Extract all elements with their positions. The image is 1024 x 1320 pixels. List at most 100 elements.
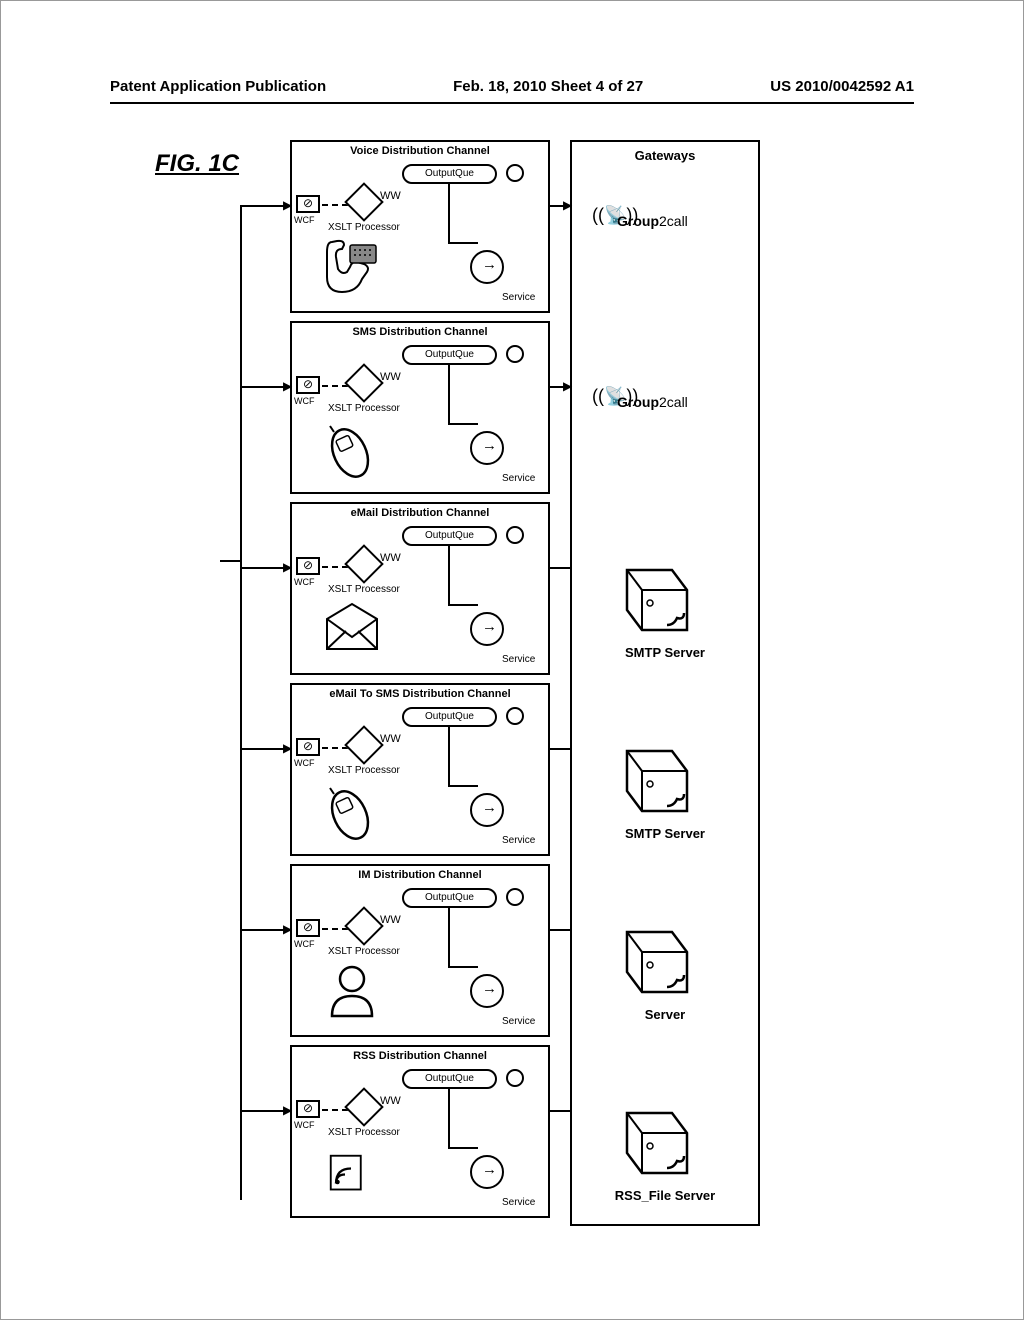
channel-im: IM Distribution Channel OutputQue WCF WW…: [290, 864, 550, 1037]
wcf-block-icon: [296, 376, 320, 394]
wcf-label: WCF: [294, 758, 315, 768]
q-line-v: [448, 365, 450, 425]
server-label: Server: [572, 1007, 758, 1022]
service-label: Service: [502, 835, 535, 846]
gateways-title: Gateways: [572, 148, 758, 163]
queue-circle-icon: [506, 707, 524, 725]
channel-title: SMS Distribution Channel: [292, 326, 548, 338]
q-line-h: [448, 966, 478, 968]
arrow-right-icon: ▶: [283, 560, 292, 574]
queue-circle-icon: [506, 345, 524, 363]
figure-label: FIG. 1C: [155, 150, 239, 178]
service-circle-icon: [470, 974, 504, 1008]
output-queue: OutputQue: [402, 707, 497, 727]
wcf-label: WCF: [294, 396, 315, 406]
phone-handset-icon: [322, 237, 382, 297]
header-rule: [110, 102, 914, 104]
envelope-icon: [322, 599, 382, 659]
ww-label: WW: [380, 733, 401, 745]
xslt-label: XSLT Processor: [328, 765, 400, 776]
xslt-diamond-icon: [344, 906, 384, 946]
wcf-label: WCF: [294, 939, 315, 949]
xslt-diamond-icon: [344, 1087, 384, 1127]
ww-label: WW: [380, 1095, 401, 1107]
person-icon: [322, 961, 382, 1021]
group2call-logo: Group2call: [617, 213, 688, 229]
header-left: Patent Application Publication: [110, 78, 326, 95]
service-label: Service: [502, 473, 535, 484]
header-right: US 2010/0042592 A1: [770, 78, 914, 95]
q-line-h: [448, 604, 478, 606]
wcf-block-icon: [296, 738, 320, 756]
group2call-logo: Group2call: [617, 394, 688, 410]
bus-entry-line: [220, 560, 240, 562]
gw-connector: [550, 929, 570, 931]
queue-circle-icon: [506, 526, 524, 544]
wcf-block-icon: [296, 557, 320, 575]
gateway-group2call: ((📡)) Group2call: [572, 364, 758, 534]
service-label: Service: [502, 292, 535, 303]
xslt-label: XSLT Processor: [328, 403, 400, 414]
xslt-diamond-icon: [344, 725, 384, 765]
service-circle-icon: [470, 612, 504, 646]
gateways-column: Gateways ((📡)) Group2call ((📡)) Group2ca…: [570, 140, 760, 1226]
ww-label: WW: [380, 914, 401, 926]
service-circle-icon: [470, 250, 504, 284]
header-center: Feb. 18, 2010 Sheet 4 of 27: [453, 78, 643, 95]
server-icon: [612, 1098, 702, 1183]
service-label: Service: [502, 1197, 535, 1208]
wcf-label: WCF: [294, 577, 315, 587]
server-icon: [612, 736, 702, 821]
output-queue: OutputQue: [402, 164, 497, 184]
xslt-label: XSLT Processor: [328, 584, 400, 595]
output-queue: OutputQue: [402, 345, 497, 365]
gw-connector: [550, 748, 570, 750]
channel-voice: Voice Distribution Channel OutputQue WCF…: [290, 140, 550, 313]
wcf-block-icon: [296, 1100, 320, 1118]
xslt-diamond-icon: [344, 182, 384, 222]
server-icon: [612, 917, 702, 1002]
arrow-right-icon: ▶: [283, 922, 292, 936]
q-line-h: [448, 242, 478, 244]
arrow-right-icon: ▶: [563, 379, 572, 393]
ww-label: WW: [380, 190, 401, 202]
q-line-v: [448, 908, 450, 968]
channel-title: eMail Distribution Channel: [292, 507, 548, 519]
ww-label: WW: [380, 371, 401, 383]
dash-connector: [322, 204, 348, 206]
gateway-rss-file: RSS_File Server: [572, 1088, 758, 1258]
q-line-v: [448, 546, 450, 606]
output-queue: OutputQue: [402, 888, 497, 908]
server-icon: [612, 555, 702, 640]
q-line-v: [448, 184, 450, 244]
service-circle-icon: [470, 431, 504, 465]
output-queue: OutputQue: [402, 1069, 497, 1089]
q-line-v: [448, 1089, 450, 1149]
queue-circle-icon: [506, 164, 524, 182]
queue-circle-icon: [506, 1069, 524, 1087]
arrow-right-icon: ▶: [563, 198, 572, 212]
channel-email: eMail Distribution Channel OutputQue WCF…: [290, 502, 550, 675]
q-line-h: [448, 423, 478, 425]
wcf-block-icon: [296, 195, 320, 213]
ww-label: WW: [380, 552, 401, 564]
dash-connector: [322, 1109, 348, 1111]
mobile-phone-icon: [322, 418, 382, 478]
queue-circle-icon: [506, 888, 524, 906]
arrow-right-icon: ▶: [283, 379, 292, 393]
service-label: Service: [502, 1016, 535, 1027]
mobile-phone-icon: [322, 780, 382, 840]
xslt-label: XSLT Processor: [328, 1127, 400, 1138]
arrow-right-icon: ▶: [283, 741, 292, 755]
arrow-right-icon: ▶: [283, 198, 292, 212]
q-line-v: [448, 727, 450, 787]
wcf-block-icon: [296, 919, 320, 937]
server-label: SMTP Server: [572, 826, 758, 841]
dash-connector: [322, 566, 348, 568]
dash-connector: [322, 385, 348, 387]
channel-email-to-sms: eMail To SMS Distribution Channel Output…: [290, 683, 550, 856]
channel-title: IM Distribution Channel: [292, 869, 548, 881]
gateway-server: Server: [572, 907, 758, 1077]
q-line-h: [448, 785, 478, 787]
page-header: Patent Application Publication Feb. 18, …: [110, 78, 914, 95]
